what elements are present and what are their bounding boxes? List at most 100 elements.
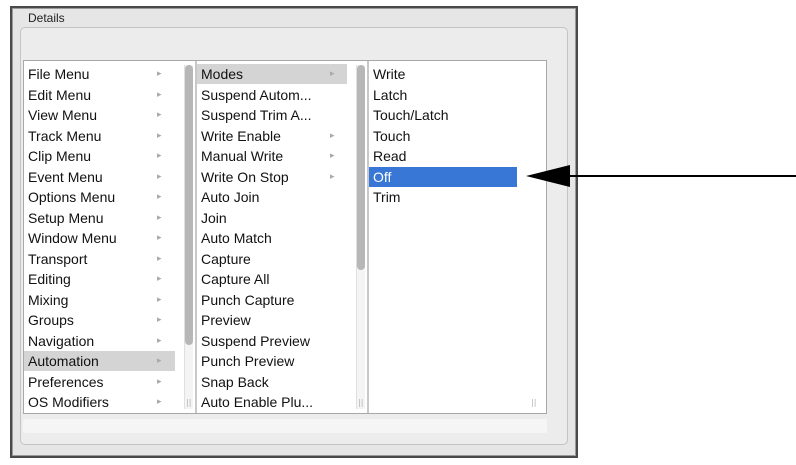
list-item[interactable]: Touch: [369, 126, 517, 146]
list-item[interactable]: OS Modifiers ▸: [24, 392, 175, 412]
list-item[interactable]: File Menu ▸: [24, 64, 175, 84]
item-label: Capture All: [201, 271, 270, 287]
item-label: Modes: [201, 66, 244, 82]
list-item[interactable]: Preview: [197, 310, 347, 330]
item-label: Read: [373, 148, 407, 164]
item-label: Capture: [201, 251, 251, 267]
column-3[interactable]: Write Latch Touch/Latch Touch Read Off T…: [369, 61, 546, 413]
item-label: Join: [201, 210, 227, 226]
list-item[interactable]: Capture: [197, 249, 347, 269]
item-label: Track Menu: [28, 128, 102, 144]
list-item[interactable]: Setup Menu ▸: [24, 208, 175, 228]
arrow-left-icon: [526, 165, 796, 187]
list-item[interactable]: Options Menu ▸: [24, 187, 175, 207]
list-item[interactable]: Editing ▸: [24, 269, 175, 289]
list-item-selected[interactable]: Off: [369, 167, 517, 187]
list-item[interactable]: Window Menu ▸: [24, 228, 175, 248]
list-item[interactable]: Manual Write ▸: [197, 146, 347, 166]
column-2[interactable]: Modes ▸ Suspend Autom... Suspend Trim A.…: [197, 61, 367, 413]
chevron-right-icon: ▸: [330, 172, 335, 182]
chevron-right-icon: ▸: [157, 151, 162, 161]
list-item[interactable]: Mixing ▸: [24, 290, 175, 310]
item-label: Options Menu: [28, 189, 116, 205]
list-item[interactable]: Touch/Latch: [369, 105, 517, 125]
column-1-scrollbar[interactable]: ||: [184, 65, 193, 409]
list-item[interactable]: Auto Match: [197, 228, 347, 248]
list-item[interactable]: Punch Preview: [197, 351, 347, 371]
chevron-right-icon: ▸: [157, 192, 162, 202]
chevron-right-icon: ▸: [157, 254, 162, 264]
list-item[interactable]: Write: [369, 64, 517, 84]
item-label: Auto Join: [201, 189, 260, 205]
item-label: Write Enable: [201, 128, 281, 144]
item-label: Preferences: [28, 374, 104, 390]
list-item[interactable]: Trim: [369, 187, 517, 207]
chevron-right-icon: ▸: [330, 151, 335, 161]
list-item[interactable]: Write On Stop ▸: [197, 167, 347, 187]
item-label: Mixing: [28, 292, 69, 308]
list-item[interactable]: Suspend Preview: [197, 331, 347, 351]
window-title: Details: [28, 11, 65, 25]
column-resize-grip-icon[interactable]: ||: [531, 399, 537, 407]
list-item[interactable]: Suspend Autom...: [197, 85, 347, 105]
column-resize-grip-icon[interactable]: ||: [186, 399, 192, 407]
list-item[interactable]: Punch Capture: [197, 290, 347, 310]
chevron-right-icon: ▸: [157, 274, 162, 284]
chevron-right-icon: ▸: [157, 131, 162, 141]
item-label: Clip Menu: [28, 148, 92, 164]
list-item[interactable]: Auto Join: [197, 187, 347, 207]
chevron-right-icon: ▸: [330, 69, 335, 79]
list-item[interactable]: Capture All: [197, 269, 347, 289]
chevron-right-icon: ▸: [157, 377, 162, 387]
chevron-right-icon: ▸: [157, 110, 162, 120]
column-1[interactable]: File Menu ▸ Edit Menu ▸ View Menu ▸ Trac…: [24, 61, 195, 413]
list-item[interactable]: Edit Menu ▸: [24, 85, 175, 105]
item-label: Write On Stop: [201, 169, 289, 185]
item-label: View Menu: [28, 107, 98, 123]
list-item-selected[interactable]: Modes ▸: [197, 64, 347, 84]
item-label: Suspend Trim A...: [201, 107, 312, 123]
list-item[interactable]: Snap Back: [197, 372, 347, 392]
list-item[interactable]: Write Enable ▸: [197, 126, 347, 146]
item-label: Punch Capture: [201, 292, 295, 308]
item-label: Groups: [28, 312, 74, 328]
list-item[interactable]: Transport ▸: [24, 249, 175, 269]
list-item[interactable]: Auto Enable Plu...: [197, 392, 347, 412]
item-label: Write: [373, 66, 406, 82]
column-2-scrollbar[interactable]: ||: [356, 65, 365, 409]
item-label: Setup Menu: [28, 210, 104, 226]
list-item[interactable]: Track Menu ▸: [24, 126, 175, 146]
item-label: Manual Write: [201, 148, 284, 164]
list-item[interactable]: Suspend Trim A...: [197, 105, 347, 125]
item-label: Automation: [28, 353, 99, 369]
list-item[interactable]: Groups ▸: [24, 310, 175, 330]
chevron-right-icon: ▸: [157, 356, 162, 366]
list-item[interactable]: Join: [197, 208, 347, 228]
column-browser: File Menu ▸ Edit Menu ▸ View Menu ▸ Trac…: [23, 60, 547, 414]
list-item-selected[interactable]: Automation ▸: [24, 351, 175, 371]
item-label: OS Modifiers: [28, 394, 109, 410]
list-item[interactable]: Event Menu ▸: [24, 167, 175, 187]
chevron-right-icon: ▸: [157, 295, 162, 305]
chevron-right-icon: ▸: [157, 213, 162, 223]
column-resize-grip-icon[interactable]: ||: [358, 399, 364, 407]
item-label: Auto Match: [201, 230, 272, 246]
chevron-right-icon: ▸: [157, 397, 162, 407]
item-label: Off: [373, 169, 392, 185]
list-item[interactable]: Navigation ▸: [24, 331, 175, 351]
list-item[interactable]: View Menu ▸: [24, 105, 175, 125]
list-item[interactable]: Read: [369, 146, 517, 166]
item-label: Punch Preview: [201, 353, 295, 369]
chevron-right-icon: ▸: [330, 131, 335, 141]
item-label: Event Menu: [28, 169, 103, 185]
list-item[interactable]: Latch: [369, 85, 517, 105]
chevron-right-icon: ▸: [157, 233, 162, 243]
item-label: Edit Menu: [28, 87, 92, 103]
scroll-thumb[interactable]: [357, 65, 365, 270]
list-item[interactable]: Clip Menu ▸: [24, 146, 175, 166]
chevron-right-icon: ▸: [157, 172, 162, 182]
chevron-right-icon: ▸: [157, 69, 162, 79]
item-label: Touch/Latch: [373, 107, 449, 123]
list-item[interactable]: Preferences ▸: [24, 372, 175, 392]
scroll-thumb[interactable]: [185, 65, 193, 345]
